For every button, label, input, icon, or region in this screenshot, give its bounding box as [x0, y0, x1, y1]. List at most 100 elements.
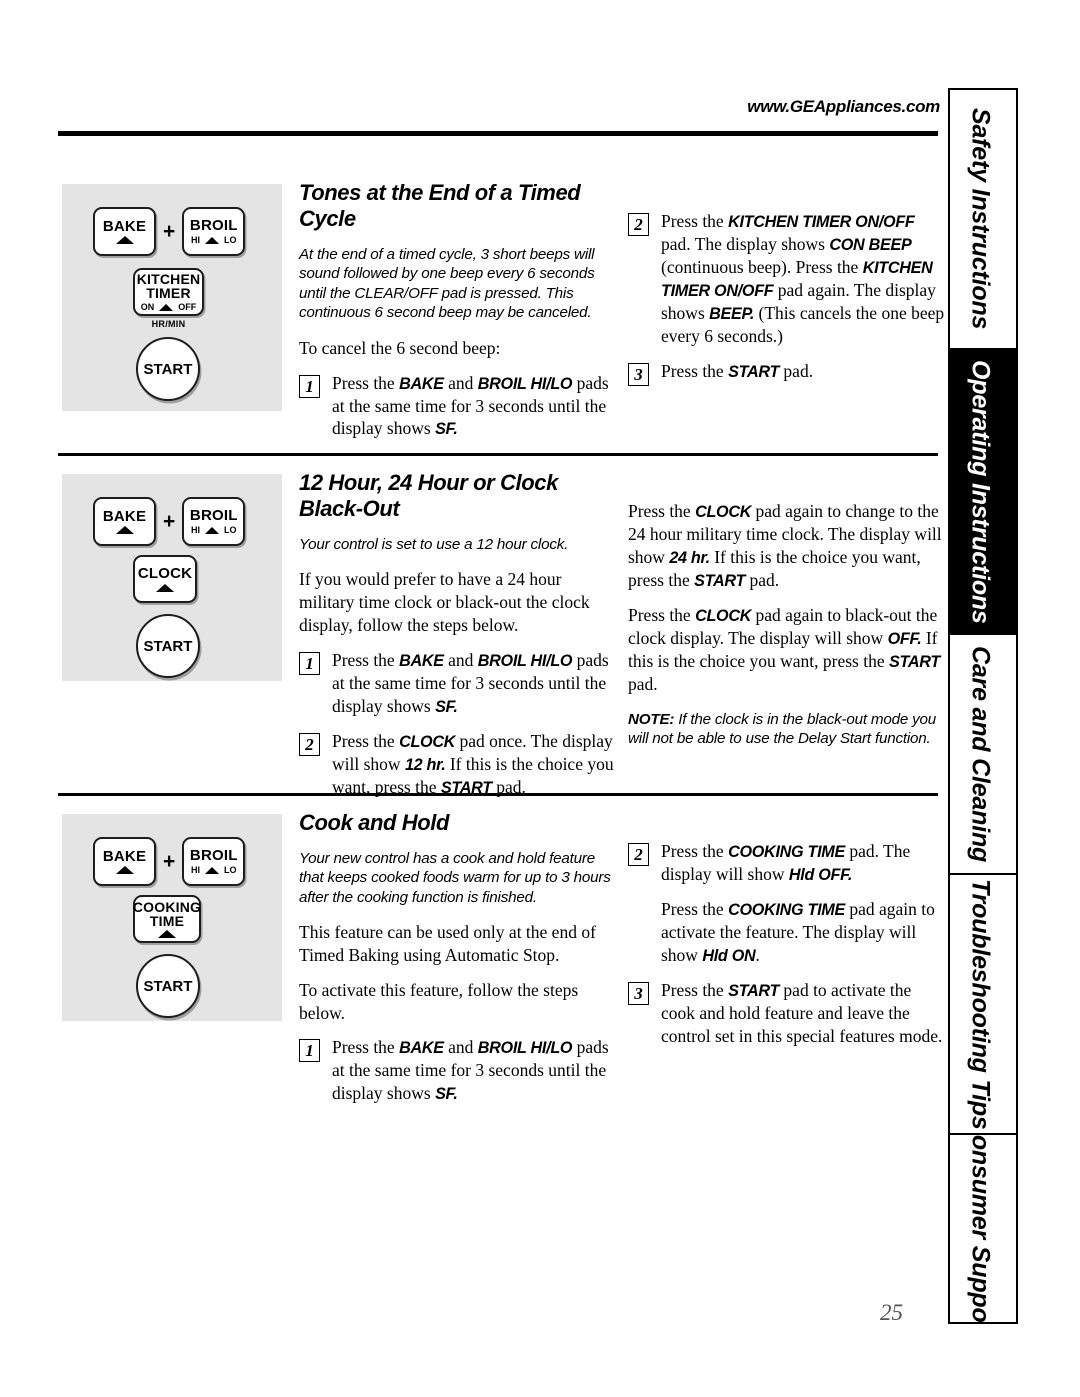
step-item: 1 Press the BAKE and BROIL HI/LO pads at… [299, 372, 615, 441]
section-1-intro: At the end of a timed cycle, 3 short bee… [299, 246, 595, 322]
plus-sign: + [163, 509, 176, 533]
up-arrow-icon [156, 583, 174, 592]
step-item: 2 Press the KITCHEN TIMER ON/OFF pad. Th… [628, 210, 946, 348]
tab-label: Consumer Support [966, 1135, 995, 1322]
bake-label: BAKE [102, 217, 147, 235]
step-number: 2 [299, 732, 320, 756]
section-1-title: Tones at the End of a Timed Cycle [299, 180, 581, 231]
broil-hi-label: HI [191, 234, 201, 245]
tab-consumer-support[interactable]: Consumer Support [950, 1135, 1016, 1322]
clock-pad[interactable]: CLOCK [133, 555, 197, 603]
section-tab-rail: Safety Instructions Operating Instructio… [948, 88, 1018, 1324]
manual-page: www.GEAppliances.com Safety Instructions… [0, 0, 1080, 1397]
step-number: 1 [299, 651, 320, 675]
timer-off-label: OFF [178, 301, 197, 312]
broil-hi-lo-pad[interactable]: BROIL HI LO [182, 207, 246, 256]
broil-label: BROIL [189, 847, 238, 865]
start-pad[interactable]: START [136, 954, 200, 1018]
section-3-left-column: Cook and Hold Your new control has a coo… [299, 810, 615, 1117]
section-divider [58, 793, 938, 796]
section-1-lead: To cancel the 6 second beep: [299, 337, 501, 358]
kitchen-timer-label-1: KITCHEN [136, 271, 201, 288]
bake-pad[interactable]: BAKE [93, 207, 156, 256]
bake-pad[interactable]: BAKE [93, 497, 156, 546]
step-item: Press the COOKING TIME pad again to acti… [628, 898, 946, 967]
tab-safety-instructions[interactable]: Safety Instructions [950, 90, 1016, 350]
step-text: Press the KITCHEN TIMER ON/OFF pad. The … [661, 211, 945, 347]
bake-pad[interactable]: BAKE [93, 837, 156, 886]
kitchen-timer-on-off-pad[interactable]: KITCHEN TIMER ON OFF [133, 268, 204, 316]
step-number: 3 [628, 982, 649, 1005]
up-arrow-icon [115, 526, 134, 535]
start-pad[interactable]: START [136, 614, 200, 678]
step-text: Press the BAKE and BROIL HI/LO pads at t… [332, 649, 609, 716]
cooking-time-label-2: TIME [149, 913, 185, 929]
step-item: 2 Press the COOKING TIME pad. The displa… [628, 840, 946, 886]
up-arrow-icon [115, 866, 134, 875]
section-3-right-column: 2 Press the COOKING TIME pad. The displa… [628, 840, 946, 1060]
section-2-note: NOTE: If the clock is in the black-out m… [628, 710, 936, 748]
step-item: 1 Press the BAKE and BROIL HI/LO pads at… [299, 1036, 615, 1105]
section-3-body-2: To activate this feature, follow the ste… [299, 979, 579, 1023]
page-number: 25 [880, 1300, 903, 1325]
website-url: www.GEAppliances.com [747, 97, 940, 116]
step-number: 3 [628, 363, 649, 387]
broil-hi-label: HI [191, 864, 201, 875]
step-number-spacer [628, 901, 649, 924]
broil-label: BROIL [189, 217, 238, 235]
control-panel-art-cooking-time: BAKE + BROIL HI LO COOKING TIME START [62, 814, 282, 1021]
step-text: Press the COOKING TIME pad. The display … [661, 841, 911, 885]
header-rule [58, 131, 938, 136]
step-text: Press the BAKE and BROIL HI/LO pads at t… [332, 372, 609, 439]
section-2-right-para-1: Press the CLOCK pad again to change to t… [628, 501, 942, 590]
section-3-body-1: This feature can be used only at the end… [299, 922, 596, 966]
up-arrow-icon [205, 866, 220, 874]
start-label: START [143, 360, 193, 378]
cooking-time-label-1: COOKING [132, 898, 202, 915]
start-pad[interactable]: START [136, 337, 200, 401]
timer-on-label: ON [140, 301, 155, 312]
kitchen-timer-label-2: TIMER [146, 285, 191, 302]
section-divider [58, 453, 938, 456]
clock-label: CLOCK [137, 565, 193, 583]
tab-operating-instructions[interactable]: Operating Instructions [950, 350, 1016, 635]
note-label: NOTE: [628, 710, 675, 728]
section-2-title: 12 Hour, 24 Hour or Clock Black-Out [299, 470, 558, 521]
hr-min-label: HR/MIN [151, 319, 186, 329]
step-item: 3 Press the START pad. [628, 360, 946, 387]
section-2-intro: Your control is set to use a 12 hour clo… [299, 536, 569, 553]
up-arrow-icon [159, 303, 174, 311]
tab-troubleshooting-tips[interactable]: Troubleshooting Tips [950, 875, 1016, 1135]
up-arrow-icon [205, 236, 220, 244]
section-1-right-column: 2 Press the KITCHEN TIMER ON/OFF pad. Th… [628, 210, 946, 398]
up-arrow-icon [205, 526, 220, 534]
start-label: START [143, 637, 193, 655]
broil-hi-lo-pad[interactable]: BROIL HI LO [182, 837, 246, 886]
control-panel-art-clock: BAKE + BROIL HI LO CLOCK START [62, 474, 282, 681]
step-number: 1 [299, 1039, 320, 1063]
bake-label: BAKE [102, 847, 147, 865]
section-2-left-column: 12 Hour, 24 Hour or Clock Black-Out Your… [299, 470, 615, 811]
step-item: 1 Press the BAKE and BROIL HI/LO pads at… [299, 649, 615, 718]
broil-hi-lo-pad[interactable]: BROIL HI LO [182, 497, 246, 546]
tab-label: Troubleshooting Tips [966, 878, 995, 1130]
broil-hi-label: HI [191, 524, 201, 535]
section-3-intro: Your new control has a cook and hold fea… [299, 850, 611, 906]
up-arrow-icon [158, 930, 176, 939]
section-2-right-para-2: Press the CLOCK pad again to black-out t… [628, 604, 940, 695]
tab-label: Operating Instructions [966, 359, 995, 624]
step-number: 1 [299, 374, 320, 398]
step-text: Press the START pad to activate the cook… [661, 980, 943, 1046]
step-text: Press the START pad. [661, 361, 814, 382]
step-item: 2 Press the CLOCK pad once. The display … [299, 730, 615, 799]
broil-label: BROIL [189, 507, 238, 525]
step-number: 2 [628, 213, 649, 236]
step-text: Press the COOKING TIME pad again to acti… [661, 899, 935, 965]
tab-label: Safety Instructions [966, 108, 995, 330]
tab-label: Care and Cleaning [966, 645, 995, 863]
cooking-time-pad[interactable]: COOKING TIME [133, 895, 201, 943]
tab-care-and-cleaning[interactable]: Care and Cleaning [950, 635, 1016, 875]
step-number: 2 [628, 843, 649, 866]
broil-lo-label: LO [224, 864, 237, 875]
step-text: Press the BAKE and BROIL HI/LO pads at t… [332, 1037, 609, 1104]
